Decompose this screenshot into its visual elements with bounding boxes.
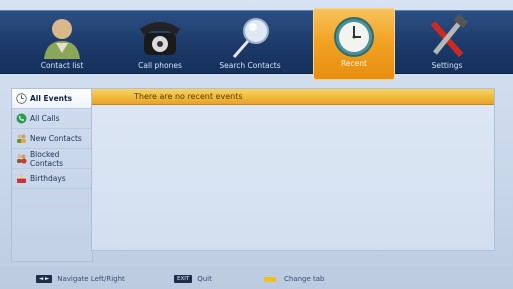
tab-contact-list[interactable]: Contact list [18,11,106,73]
change-tab-hint: Change tab [264,275,325,283]
tools-icon [419,14,475,59]
tab-label: Call phones [138,61,182,70]
tab-label: Settings [431,61,463,70]
clock-icon [326,13,382,57]
blocked-contacts-icon [17,154,27,164]
events-list-panel: There are no recent events [91,88,495,251]
sidebar-item-birthdays[interactable]: Birthdays [12,169,92,189]
tab-settings[interactable]: Settings [403,11,491,73]
exit-key-icon: EXIT [174,275,193,283]
contact-person-icon [34,15,90,59]
sidebar-item-new-contacts[interactable]: New Contacts [12,129,92,149]
navigate-hint: ◄ ► Navigate Left/Right [36,275,125,283]
quit-hint-label: Quit [197,275,212,283]
sidebar-item-label: All Events [30,94,73,103]
footer-legend: ◄ ► Navigate Left/Right EXIT Quit Change… [0,274,513,286]
tab-call-phones[interactable]: Call phones [116,11,204,73]
cake-icon [17,174,26,183]
new-contacts-icon [17,134,26,143]
change-tab-hint-label: Change tab [284,275,325,283]
empty-state-message: There are no recent events [92,89,494,105]
sidebar-item-all-calls[interactable]: All Calls [12,109,92,129]
magnifier-icon [222,15,278,59]
navigate-hint-label: Navigate Left/Right [57,275,125,283]
tab-label: Recent [341,59,367,68]
tab-search-contacts[interactable]: Search Contacts [206,11,294,73]
sidebar-item-blocked-contacts[interactable]: Blocked Contacts [12,149,92,169]
sidebar-menu: All Events All Calls New Contacts Blocke… [11,88,93,262]
sidebar-item-label: Blocked Contacts [30,149,64,168]
sidebar-item-label: All Calls [30,114,60,123]
tab-label: Search Contacts [219,61,281,70]
quit-hint: EXIT Quit [174,275,212,283]
sidebar-item-label: New Contacts [30,134,82,143]
left-right-keys-icon: ◄ ► [36,275,53,283]
sidebar-item-label: Birthdays [30,174,66,183]
sidebar-item-all-events[interactable]: All Events [12,89,92,109]
yellow-key-icon [264,276,276,282]
clock-icon [16,93,27,104]
top-navigation-bar: Contact list Call phones Search Contacts [0,8,513,80]
rotary-phone-icon [132,15,188,59]
tab-label: Contact list [40,61,84,70]
phone-icon [16,113,27,124]
tab-recent[interactable]: Recent [313,8,395,80]
